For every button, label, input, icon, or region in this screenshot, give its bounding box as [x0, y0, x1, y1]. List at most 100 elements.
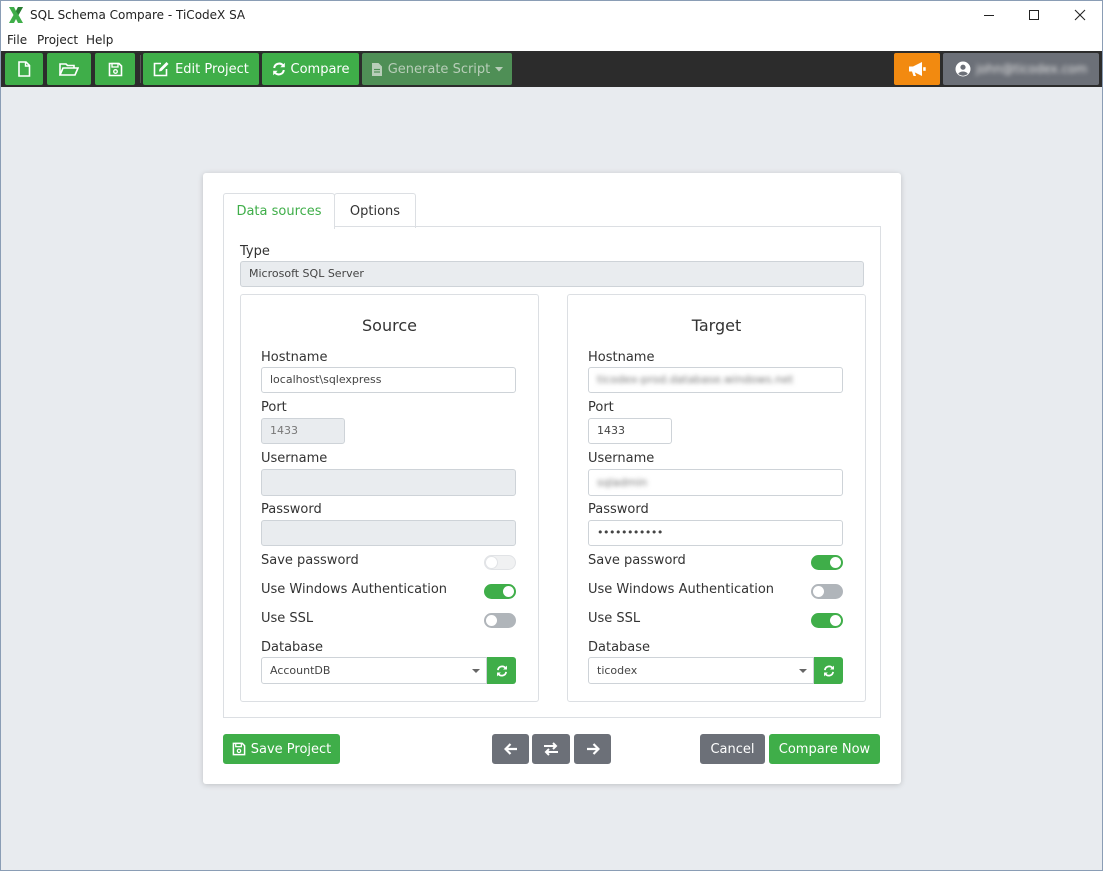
compare-now-label: Compare Now	[778, 741, 871, 757]
source-database-refresh-button[interactable]	[487, 657, 516, 684]
generate-script-label: Generate Script	[387, 61, 491, 77]
target-hostname-input[interactable]: ticodex-prod.database.windows.net	[588, 367, 843, 393]
dropdown-caret-icon	[472, 669, 480, 673]
source-database-select[interactable]: AccountDB	[261, 657, 487, 684]
menu-bar: File Project Help	[0, 30, 1103, 51]
swap-button[interactable]	[532, 734, 570, 764]
minimize-icon	[984, 15, 994, 16]
edit-project-label: Edit Project	[175, 61, 249, 77]
cancel-button[interactable]: Cancel	[700, 734, 765, 764]
megaphone-icon	[909, 62, 926, 76]
account-button[interactable]: john@ticodex.com	[943, 53, 1099, 85]
target-username-input[interactable]: sqladmin	[588, 469, 843, 496]
source-port-input[interactable]: 1433	[261, 418, 345, 444]
source-ssl-toggle[interactable]	[484, 613, 516, 628]
source-section: Source Hostname localhost\sqlexpress Por…	[240, 294, 539, 702]
target-database-refresh-button[interactable]	[814, 657, 843, 684]
target-title: Target	[691, 316, 742, 335]
save-project-button[interactable]: Save Project	[223, 734, 340, 764]
source-save-password-toggle[interactable]	[484, 555, 516, 570]
folder-open-icon	[59, 62, 79, 76]
copy-to-target-button[interactable]	[574, 734, 611, 764]
target-windows-auth-toggle[interactable]	[811, 584, 843, 599]
source-port-label: Port	[261, 400, 287, 415]
target-username-label: Username	[588, 451, 655, 466]
target-section: Target Hostname ticodex-prod.database.wi…	[567, 294, 866, 702]
copy-to-source-button[interactable]	[492, 734, 529, 764]
target-database-label: Database	[588, 640, 651, 655]
title-bar: SQL Schema Compare - TiCodeX SA	[0, 0, 1103, 30]
open-project-button[interactable]	[47, 53, 91, 85]
window-title: SQL Schema Compare - TiCodeX SA	[30, 8, 246, 22]
target-port-label: Port	[588, 400, 614, 415]
menu-help[interactable]: Help	[86, 33, 113, 47]
tab-options[interactable]: Options	[334, 193, 416, 228]
target-ssl-label: Use SSL	[588, 611, 641, 626]
target-database-select[interactable]: ticodex	[588, 657, 814, 684]
generate-script-button[interactable]: Generate Script	[362, 53, 512, 85]
source-save-password-label: Save password	[261, 553, 359, 568]
edit-icon	[153, 62, 169, 77]
target-database-value: ticodex	[597, 664, 638, 677]
close-button[interactable]	[1057, 0, 1103, 30]
compare-button[interactable]: Compare	[262, 53, 359, 85]
refresh-icon	[823, 665, 834, 676]
project-settings-card: Data sources Options Type Microsoft SQL …	[203, 173, 901, 784]
caret-down-icon	[495, 66, 504, 71]
source-password-label: Password	[261, 502, 322, 517]
refresh-icon	[496, 665, 507, 676]
source-windows-auth-toggle[interactable]	[484, 584, 516, 599]
source-title: Source	[362, 316, 417, 335]
source-username-input[interactable]	[261, 469, 516, 496]
target-windows-auth-label: Use Windows Authentication	[588, 582, 775, 597]
menu-file[interactable]: File	[7, 33, 27, 47]
compare-now-button[interactable]: Compare Now	[769, 734, 880, 764]
user-circle-icon	[955, 61, 971, 77]
save-project-toolbar-button[interactable]	[95, 53, 135, 85]
maximize-icon	[1029, 10, 1039, 20]
target-save-password-label: Save password	[588, 553, 686, 568]
minimize-button[interactable]	[966, 0, 1012, 30]
toolbar: Edit Project Compare Generate Script joh…	[1, 51, 1102, 87]
file-text-icon	[371, 62, 382, 76]
dropdown-caret-icon	[799, 669, 807, 673]
source-hostname-input[interactable]: localhost\sqlexpress	[261, 367, 516, 393]
maximize-button[interactable]	[1011, 0, 1057, 30]
target-ssl-toggle[interactable]	[811, 613, 843, 628]
target-hostname-value: ticodex-prod.database.windows.net	[597, 373, 794, 386]
source-hostname-label: Hostname	[261, 350, 328, 365]
exchange-icon	[544, 742, 558, 756]
toolbar-divider	[140, 55, 141, 83]
target-hostname-label: Hostname	[588, 350, 655, 365]
type-label: Type	[240, 244, 270, 259]
menu-project[interactable]: Project	[37, 33, 78, 47]
compare-label: Compare	[290, 61, 350, 77]
save-project-label: Save Project	[250, 741, 332, 757]
arrow-right-icon	[586, 743, 600, 755]
file-icon	[18, 61, 31, 77]
source-database-value: AccountDB	[270, 664, 331, 677]
source-password-input[interactable]	[261, 520, 516, 546]
tab-data-sources[interactable]: Data sources	[223, 193, 335, 229]
edit-project-button[interactable]: Edit Project	[143, 53, 259, 85]
arrow-left-icon	[503, 743, 517, 755]
target-password-input[interactable]: •••••••••••	[588, 520, 843, 546]
close-icon	[1074, 9, 1086, 21]
data-sources-panel: Type Microsoft SQL Server Source Hostnam…	[223, 226, 881, 718]
cancel-label: Cancel	[710, 741, 755, 757]
new-project-button[interactable]	[5, 53, 43, 85]
account-email: john@ticodex.com	[976, 62, 1088, 76]
target-save-password-toggle[interactable]	[811, 555, 843, 570]
app-logo-icon	[9, 7, 23, 23]
save-icon	[108, 62, 122, 76]
source-windows-auth-label: Use Windows Authentication	[261, 582, 448, 597]
source-ssl-label: Use SSL	[261, 611, 314, 626]
type-field[interactable]: Microsoft SQL Server	[240, 261, 864, 287]
target-username-value: sqladmin	[597, 476, 648, 489]
announcements-button[interactable]	[894, 53, 940, 85]
source-database-label: Database	[261, 640, 324, 655]
target-port-input[interactable]: 1433	[588, 418, 672, 444]
refresh-icon	[272, 62, 285, 76]
source-username-label: Username	[261, 451, 328, 466]
save-icon	[232, 742, 246, 756]
